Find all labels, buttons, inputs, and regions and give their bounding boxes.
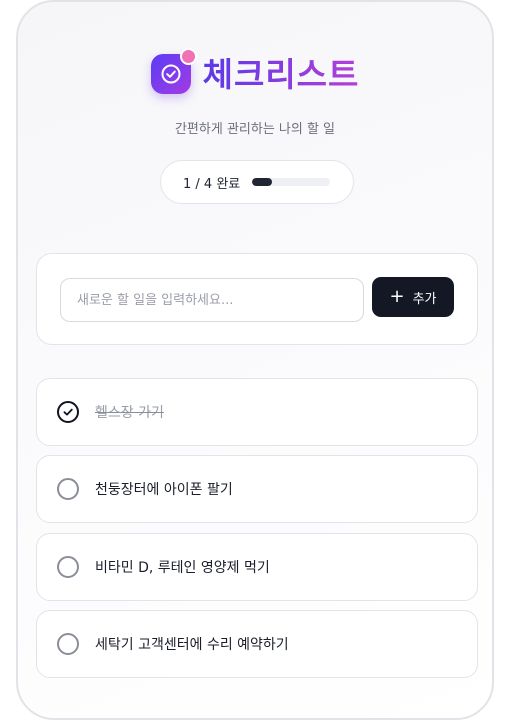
plus-icon: + <box>389 286 405 307</box>
task-label: 천둥장터에 아이폰 팔기 <box>95 482 233 498</box>
check-icon <box>63 408 73 416</box>
app-frame: 체크리스트 간편하게 관리하는 나의 할 일 1 / 4 완료 + 추가 헬스장… <box>16 0 494 720</box>
task-checkbox[interactable] <box>57 478 79 500</box>
page-title: 체크리스트 <box>202 54 360 94</box>
add-task-button[interactable]: + 추가 <box>372 277 454 317</box>
task-item[interactable]: 세탁기 고객센터에 수리 예약하기 <box>36 610 478 678</box>
task-item[interactable]: 헬스장 가기 <box>36 378 478 446</box>
progress-bar-fill <box>252 178 272 186</box>
progress-text: 1 / 4 완료 <box>183 176 241 192</box>
new-task-card: + 추가 <box>36 253 478 345</box>
progress-bar <box>252 178 331 186</box>
progress-summary: 1 / 4 완료 <box>160 160 354 204</box>
task-checkbox[interactable] <box>57 633 79 655</box>
task-item[interactable]: 천둥장터에 아이폰 팔기 <box>36 455 478 523</box>
app-header: 체크리스트 <box>18 48 492 94</box>
task-checkbox[interactable] <box>57 556 79 578</box>
task-checkbox-checked[interactable] <box>57 401 79 423</box>
add-task-label: 추가 <box>412 291 437 307</box>
task-item[interactable]: 비타민 D, 루테인 영양제 먹기 <box>36 533 478 601</box>
app-logo <box>150 48 197 94</box>
page-subtitle: 간편하게 관리하는 나의 할 일 <box>174 122 336 137</box>
check-circle-icon <box>161 64 181 84</box>
task-label: 비타민 D, 루테인 영양제 먹기 <box>95 560 270 576</box>
new-task-input[interactable] <box>60 278 364 322</box>
task-label: 헬스장 가기 <box>95 405 164 421</box>
notification-dot <box>179 48 197 65</box>
task-label: 세탁기 고객센터에 수리 예약하기 <box>95 637 289 653</box>
